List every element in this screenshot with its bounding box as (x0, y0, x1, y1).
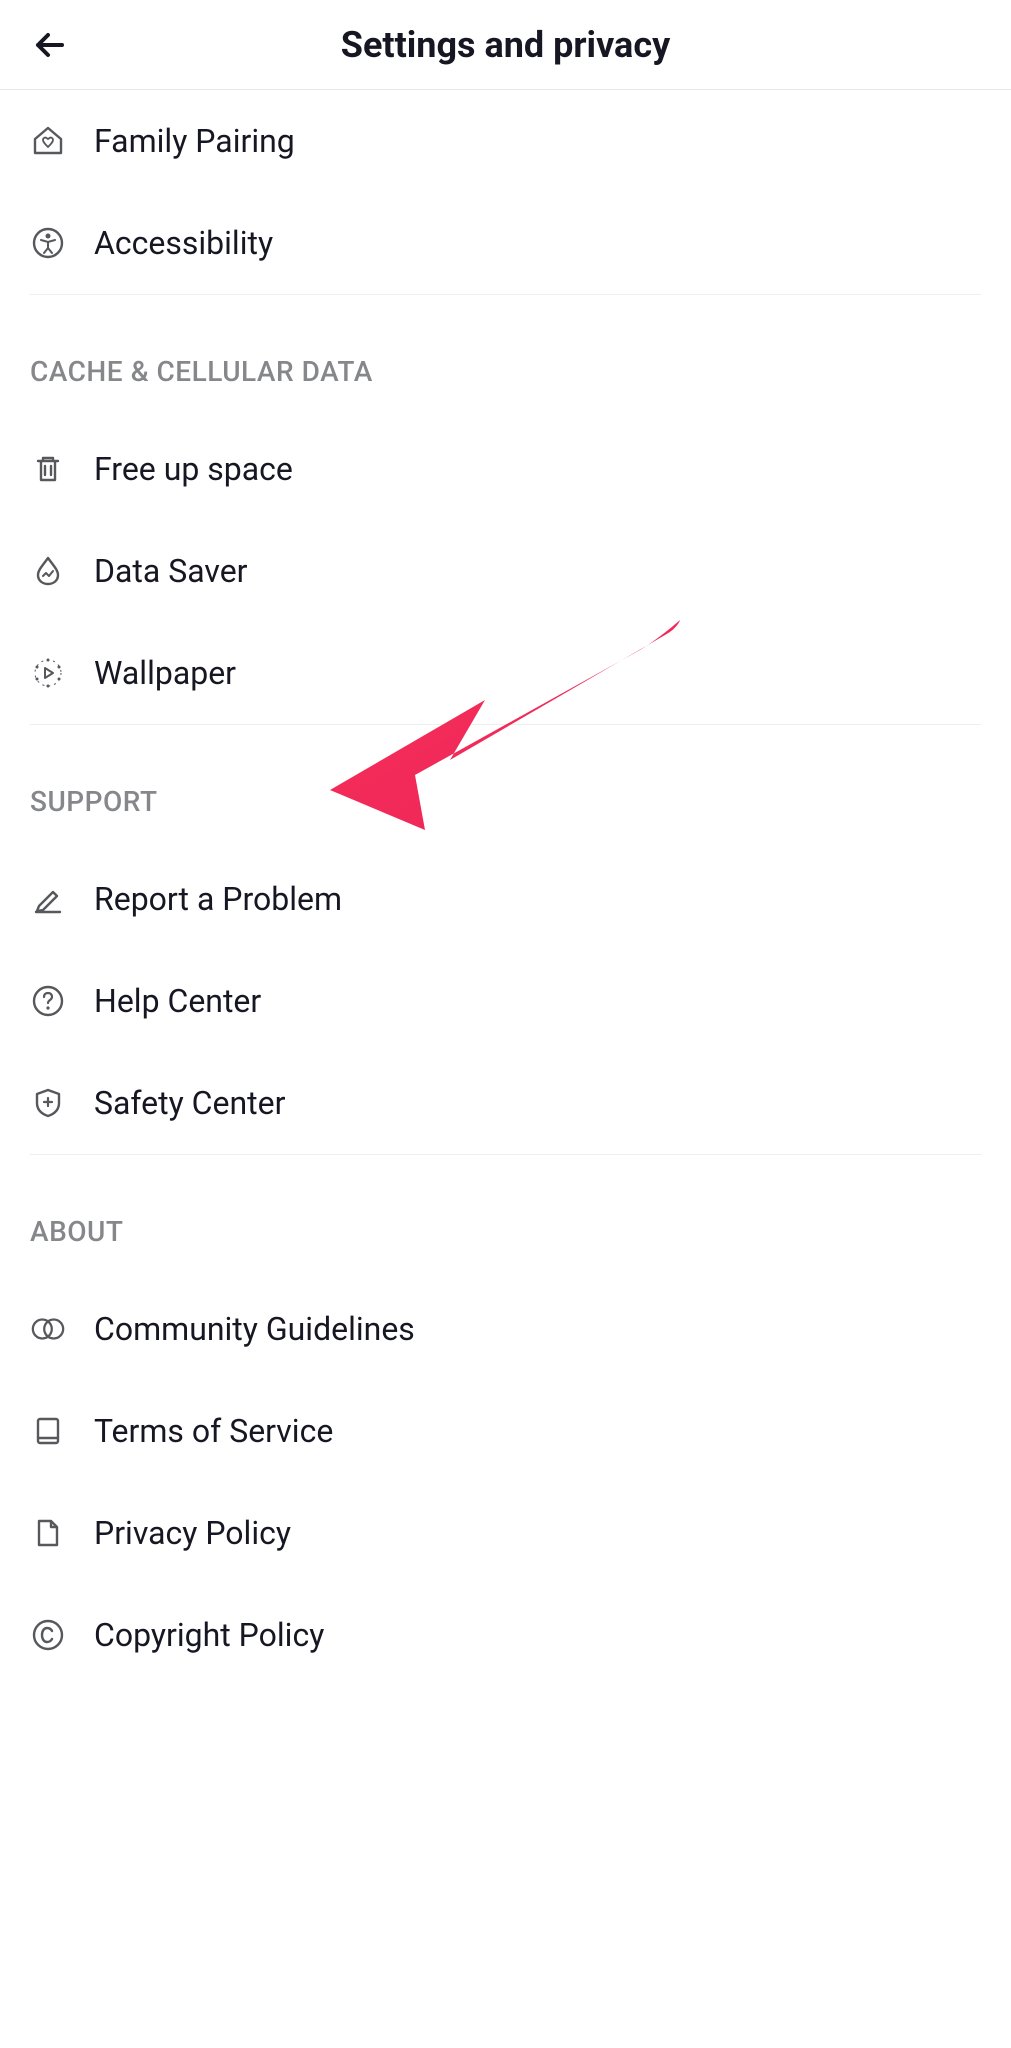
trash-icon (30, 451, 66, 487)
dots-play-icon (30, 655, 66, 691)
row-privacy-policy[interactable]: Privacy Policy (30, 1482, 981, 1584)
shield-plus-icon (30, 1085, 66, 1121)
water-drop-icon (30, 553, 66, 589)
file-icon (30, 1515, 66, 1551)
copyright-icon (30, 1617, 66, 1653)
row-label: Family Pairing (94, 122, 295, 160)
accessibility-icon (30, 225, 66, 261)
row-label: Data Saver (94, 552, 248, 590)
header: Settings and privacy (0, 0, 1011, 90)
row-report-problem[interactable]: Report a Problem (30, 848, 981, 950)
book-icon (30, 1413, 66, 1449)
row-label: Privacy Policy (94, 1514, 291, 1552)
row-free-up-space[interactable]: Free up space (30, 418, 981, 520)
section-header-support: SUPPORT (30, 725, 981, 848)
row-label: Free up space (94, 450, 293, 488)
row-help-center[interactable]: Help Center (30, 950, 981, 1052)
row-label: Copyright Policy (94, 1616, 324, 1654)
back-button[interactable] (28, 23, 72, 67)
section-cache: CACHE & CELLULAR DATA Free up space Data… (0, 295, 1011, 724)
section-support: SUPPORT Report a Problem Help Center S (0, 725, 1011, 1154)
row-label: Terms of Service (94, 1412, 333, 1450)
row-label: Wallpaper (94, 654, 236, 692)
page-title: Settings and privacy (0, 24, 1011, 66)
row-label: Community Guidelines (94, 1310, 415, 1348)
row-copyright-policy[interactable]: Copyright Policy (30, 1584, 981, 1686)
section-header-cache: CACHE & CELLULAR DATA (30, 295, 981, 418)
row-wallpaper[interactable]: Wallpaper (30, 622, 981, 724)
arrow-left-icon (30, 25, 70, 65)
section-top: Family Pairing Accessibility (0, 90, 1011, 294)
row-label: Safety Center (94, 1084, 285, 1122)
row-data-saver[interactable]: Data Saver (30, 520, 981, 622)
row-label: Accessibility (94, 224, 273, 262)
row-label: Help Center (94, 982, 261, 1020)
section-header-about: ABOUT (30, 1155, 981, 1278)
row-terms-of-service[interactable]: Terms of Service (30, 1380, 981, 1482)
row-label: Report a Problem (94, 880, 342, 918)
row-family-pairing[interactable]: Family Pairing (30, 90, 981, 192)
row-community-guidelines[interactable]: Community Guidelines (30, 1278, 981, 1380)
circles-overlap-icon (30, 1311, 66, 1347)
row-safety-center[interactable]: Safety Center (30, 1052, 981, 1154)
question-circle-icon (30, 983, 66, 1019)
pencil-icon (30, 881, 66, 917)
section-about: ABOUT Community Guidelines Terms of Serv… (0, 1155, 1011, 1686)
row-accessibility[interactable]: Accessibility (30, 192, 981, 294)
home-heart-icon (30, 123, 66, 159)
